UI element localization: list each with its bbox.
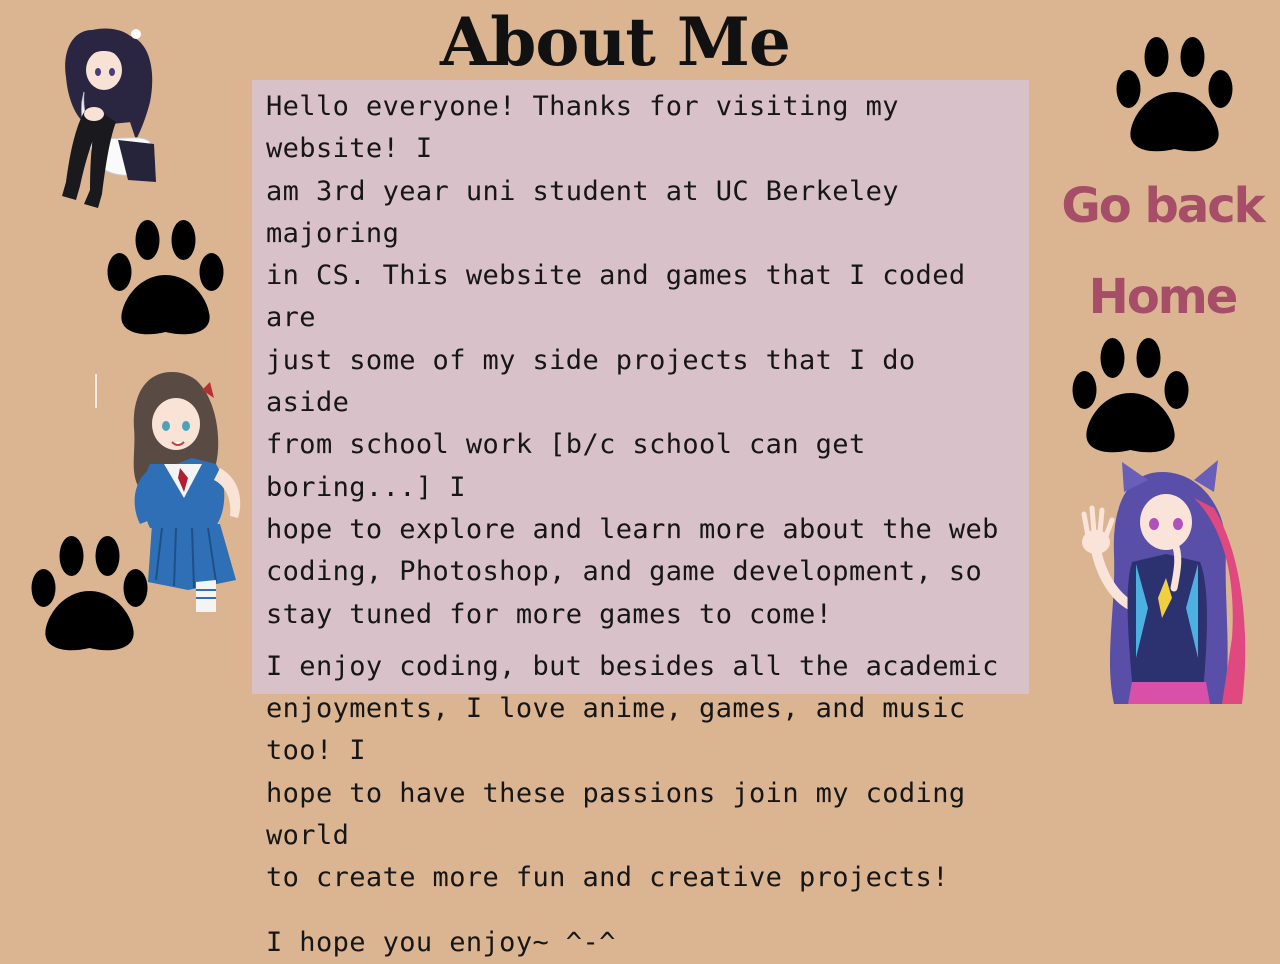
closing-paragraph: I hope you enjoy~ ^-^ (266, 926, 616, 958)
home-link[interactable]: Home (1055, 267, 1270, 327)
paw-print-icon (1068, 338, 1193, 458)
paw-print-icon (1112, 37, 1237, 157)
anime-girl-schoolgirl-image (92, 368, 254, 614)
page-title: About Me (440, 3, 791, 81)
paw-print-icon (103, 220, 228, 340)
anime-girl-sitting-image (32, 22, 160, 210)
interests-paragraph: I enjoy coding, but besides all the acad… (266, 650, 999, 894)
anime-girl-cat-ears-image (1074, 458, 1250, 708)
go-back-link[interactable]: Go back (1055, 176, 1270, 236)
about-content-panel: Hello everyone! Thanks for visiting my w… (252, 80, 1029, 958)
intro-paragraph: Hello everyone! Thanks for visiting my w… (266, 91, 999, 630)
